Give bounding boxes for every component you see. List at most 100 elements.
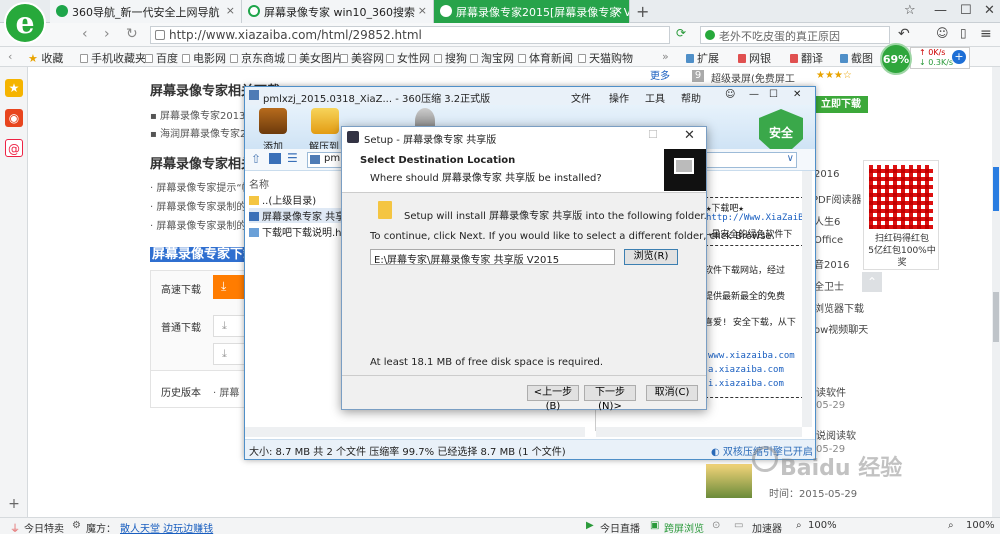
translate-button[interactable]: 翻译 — [790, 50, 823, 66]
zip-menu-operate[interactable]: 操作 — [609, 90, 629, 105]
zip-menu-file[interactable]: 文件 — [571, 90, 591, 105]
bookmark-movie[interactable]: 电影网 — [182, 50, 226, 66]
list-view-icon[interactable]: ☰ — [287, 151, 298, 165]
qr-card[interactable]: 扫红码得红包 5亿红包100%中奖 — [863, 160, 939, 270]
minimize-icon[interactable]: — — [934, 3, 947, 18]
zoom-level[interactable]: 100% — [808, 520, 837, 531]
maximize-icon[interactable]: ☐ — [960, 3, 972, 18]
history-link[interactable]: · 屏幕 — [213, 384, 239, 399]
preview-hscroll[interactable] — [596, 427, 802, 437]
close-window-icon[interactable]: ✕ — [984, 3, 995, 18]
right-item-title[interactable]: 超级录屏(免费屏工 — [711, 70, 795, 85]
bookmark-mobile[interactable]: 手机收藏夹 — [80, 50, 146, 66]
zip-menu-tools[interactable]: 工具 — [645, 90, 665, 105]
right-list-item[interactable]: 2016 — [814, 169, 839, 180]
bank-button[interactable]: 网银 — [738, 50, 771, 66]
daily-deals-link[interactable]: 今日特卖 — [24, 520, 64, 534]
cancel-button[interactable]: 取消(C) — [646, 385, 698, 401]
forward-icon[interactable]: › — [104, 26, 110, 42]
bookmark-pictures[interactable]: 美女图片 — [288, 50, 343, 66]
undo-icon[interactable]: ↶ — [898, 26, 910, 42]
right-list-item[interactable]: 读软件 — [816, 384, 846, 399]
bookmark-baidu[interactable]: 百度 — [145, 50, 178, 66]
tab-search[interactable]: 屏幕录像专家 win10_360搜索 × — [242, 0, 434, 23]
bookmark-sports[interactable]: 体育新闻 — [518, 50, 573, 66]
view-icon[interactable] — [269, 153, 281, 164]
back-to-top-button[interactable]: ⌃ — [862, 272, 882, 292]
right-list-item[interactable]: PDF阅读器 — [812, 191, 861, 206]
file-row-installer[interactable]: 屏幕录像专家 共享版 — [249, 208, 355, 223]
article-link[interactable]: · 屏幕录像专家提示“帧 — [150, 179, 252, 194]
back-icon[interactable]: ‹ — [82, 26, 88, 42]
deals-icon[interactable]: ⏚ — [10, 520, 20, 534]
bookmark-favorites[interactable]: ★ 收藏 — [28, 50, 63, 66]
chevron-down-icon[interactable]: ∨ — [787, 153, 794, 164]
next-button[interactable]: 下一步(N)> — [584, 385, 636, 412]
live-link[interactable]: 今日直播 — [600, 520, 640, 534]
favorites-icon[interactable]: ★ — [5, 79, 23, 97]
bookmark-taobao[interactable]: 淘宝网 — [470, 50, 514, 66]
security-icon[interactable]: ⟳ — [676, 26, 686, 40]
zip-minimize-icon[interactable]: — — [749, 89, 759, 100]
bookmark-more-icon[interactable]: » — [662, 50, 669, 63]
accelerator-button[interactable]: 加速器 — [752, 520, 782, 534]
file-list-hscroll[interactable] — [245, 427, 585, 437]
zip-maximize-icon[interactable]: ☐ — [769, 89, 778, 100]
instant-download-button[interactable]: 立即下载 — [814, 96, 868, 113]
extra-icon[interactable]: ▭ — [734, 520, 743, 531]
right-list-item[interactable]: 浏览器下载 — [814, 300, 864, 315]
browse-button[interactable]: 浏览(R) — [624, 249, 678, 265]
setup-close-icon[interactable]: ✕ — [684, 128, 695, 143]
accelerate-button[interactable]: + — [952, 50, 966, 64]
screenshot-button[interactable]: 截图 — [840, 50, 873, 66]
game-link[interactable]: 散人天堂 边玩边赚钱 — [120, 520, 213, 534]
bookmark-women[interactable]: 女性网 — [386, 50, 430, 66]
back-button[interactable]: <上一步(B) — [527, 385, 579, 412]
close-icon[interactable]: × — [614, 4, 623, 17]
user-icon[interactable]: ☺ — [936, 26, 949, 40]
zip-menu-help[interactable]: 帮助 — [681, 90, 701, 105]
extensions-button[interactable]: 扩展 — [686, 50, 719, 66]
bookmark-jd[interactable]: 京东商城 — [230, 50, 285, 66]
close-icon[interactable]: × — [418, 4, 427, 17]
right-list-item[interactable]: ow视频聊天 — [814, 321, 868, 336]
extra-icon[interactable]: ⊙ — [712, 520, 720, 531]
related-link[interactable]: ▪ 海润屏幕录像专家20 — [150, 125, 253, 140]
right-list-item[interactable]: 说阅读软 — [816, 427, 856, 442]
new-tab-button[interactable]: + — [636, 2, 649, 21]
tab-active-page[interactable]: 屏幕录像专家2015[屏幕录像专家 V201 × — [434, 0, 630, 23]
add-sidebar-icon[interactable]: + — [5, 495, 23, 513]
scroll-thumb[interactable] — [993, 292, 999, 342]
weibo-icon[interactable]: ◉ — [5, 109, 23, 127]
bookmark-tmall[interactable]: 天猫购物 — [578, 50, 633, 66]
right-list-item[interactable]: 音2016 — [814, 256, 849, 271]
page-scrollbar[interactable] — [992, 67, 1000, 517]
cross-screen-link[interactable]: 跨屏浏览 — [664, 520, 704, 534]
bookmark-beauty[interactable]: 美容网 — [340, 50, 384, 66]
mail-icon[interactable]: @ — [5, 139, 23, 157]
add-archive-icon[interactable] — [259, 108, 287, 134]
zip-close-icon[interactable]: ✕ — [793, 89, 801, 100]
preview-vscroll[interactable] — [802, 171, 812, 427]
zip-skin-icon[interactable]: ☺ — [725, 89, 735, 100]
right-list-item[interactable]: Office — [814, 235, 843, 246]
up-folder-icon[interactable]: ⇧ — [251, 152, 261, 166]
page-zoom-level[interactable]: 100% — [966, 520, 995, 531]
article-link[interactable]: · 屏幕录像专家录制的视 — [150, 198, 256, 213]
article-link[interactable]: · 屏幕录像专家录制的视 — [150, 217, 256, 232]
skin-icon[interactable]: ☆ — [904, 3, 916, 18]
menu-icon[interactable]: ≡ — [980, 26, 992, 42]
address-bar[interactable]: http://www.xiazaiba.com/html/29852.html — [150, 26, 670, 44]
right-list-item[interactable]: 全卫士 — [814, 278, 844, 293]
zoom-icon[interactable]: ⌕ — [948, 520, 954, 531]
more-link[interactable]: 更多 — [650, 67, 670, 82]
thumbnail-image[interactable] — [706, 464, 752, 498]
related-link[interactable]: ▪ 屏幕录像专家2013( — [150, 107, 249, 122]
browser-logo[interactable]: e — [4, 2, 46, 44]
extract-icon[interactable] — [311, 108, 339, 134]
bookmark-toggle-icon[interactable]: ‹ — [8, 50, 12, 63]
zoom-icon[interactable]: ⌕ — [796, 520, 802, 531]
file-row-parent[interactable]: ..(上级目录) — [249, 192, 316, 207]
bookmark-sogou[interactable]: 搜狗 — [434, 50, 467, 66]
tab-360nav[interactable]: 360导航_新一代安全上网导航 × — [50, 0, 242, 23]
